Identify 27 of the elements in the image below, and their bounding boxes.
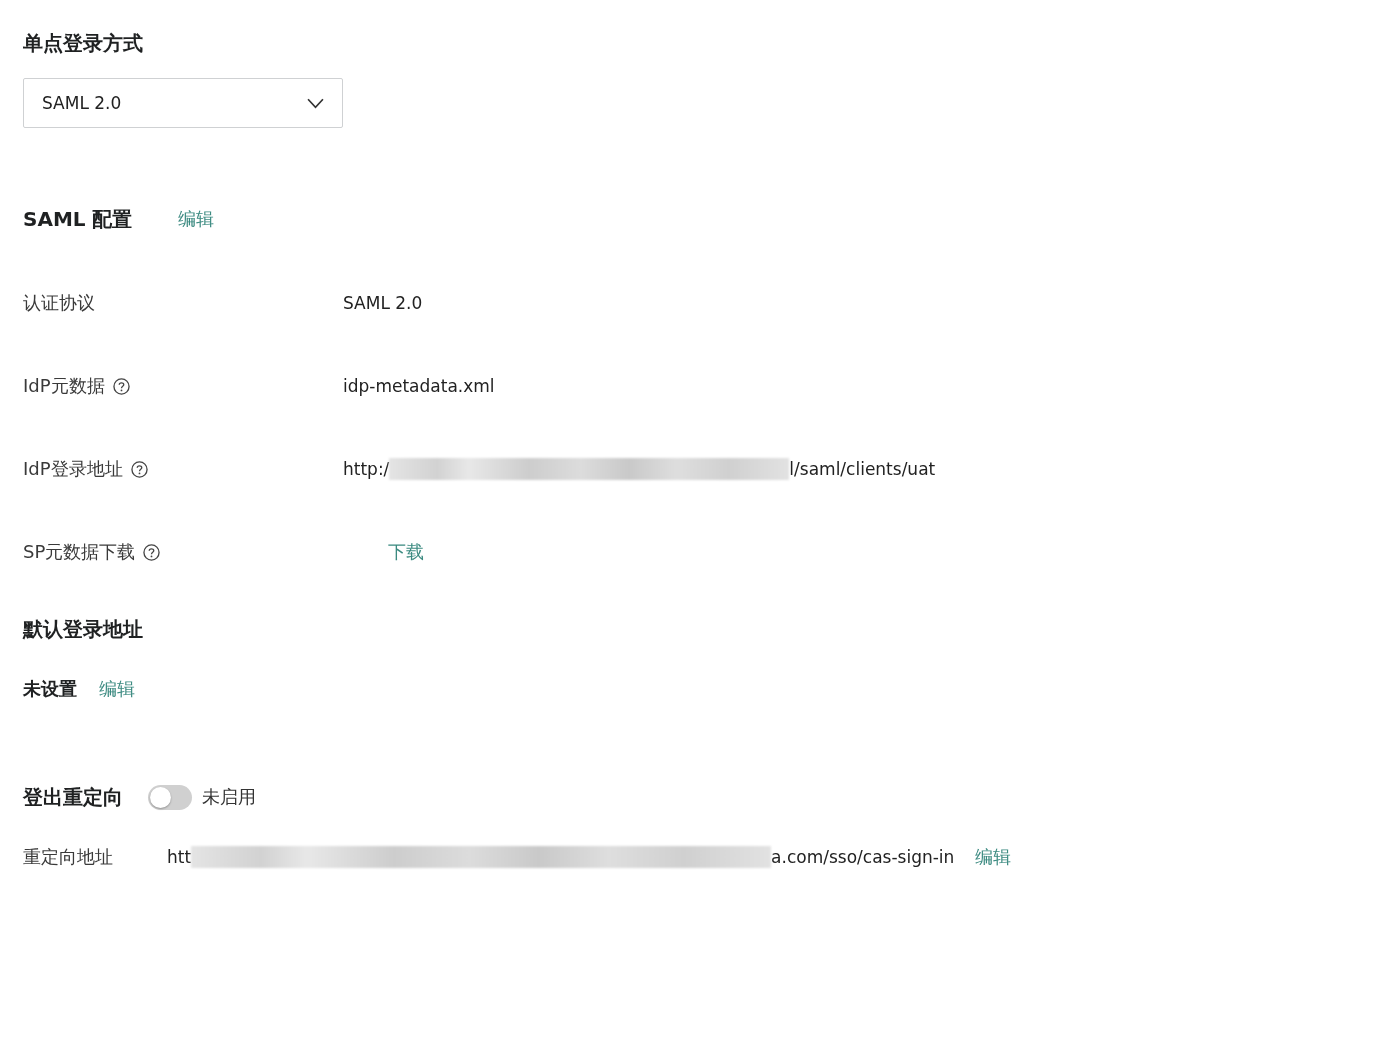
field-label: SP元数据下载 <box>23 540 136 564</box>
field-value: a.com/sso/cas-sign-in <box>771 846 955 869</box>
section-title: 登出重定向 <box>23 784 123 811</box>
field-label: IdP登录地址 <box>23 457 123 481</box>
edit-link[interactable]: 编辑 <box>99 676 135 702</box>
chevron-down-icon <box>307 97 324 109</box>
field-label: IdP元数据 <box>23 374 105 398</box>
help-icon[interactable] <box>130 460 148 478</box>
section-title: 单点登录方式 <box>23 30 143 57</box>
toggle-switch[interactable] <box>148 784 192 810</box>
dropdown[interactable]: SAML 2.0 <box>23 78 343 128</box>
field-value: http:/ <box>343 458 390 481</box>
status-text: 未设置 <box>23 677 77 701</box>
edit-link[interactable]: 编辑 <box>177 206 214 232</box>
toggle-label: 未启用 <box>202 785 256 809</box>
field-value: l/saml/clients/uat <box>789 458 936 481</box>
section-title: SAML 配置 <box>23 206 133 233</box>
download-link[interactable]: 下载 <box>388 539 424 565</box>
field-label: 认证协议 <box>23 291 95 315</box>
field-value: htt <box>167 846 192 869</box>
section-title: 默认登录地址 <box>23 616 143 643</box>
edit-link[interactable]: 编辑 <box>975 844 1012 870</box>
field-value: SAML 2.0 <box>343 292 423 315</box>
field-value: idp-metadata.xml <box>343 375 495 398</box>
help-icon[interactable] <box>143 543 161 561</box>
field-label: 重定向地址 <box>23 845 113 869</box>
help-icon[interactable] <box>112 377 130 395</box>
